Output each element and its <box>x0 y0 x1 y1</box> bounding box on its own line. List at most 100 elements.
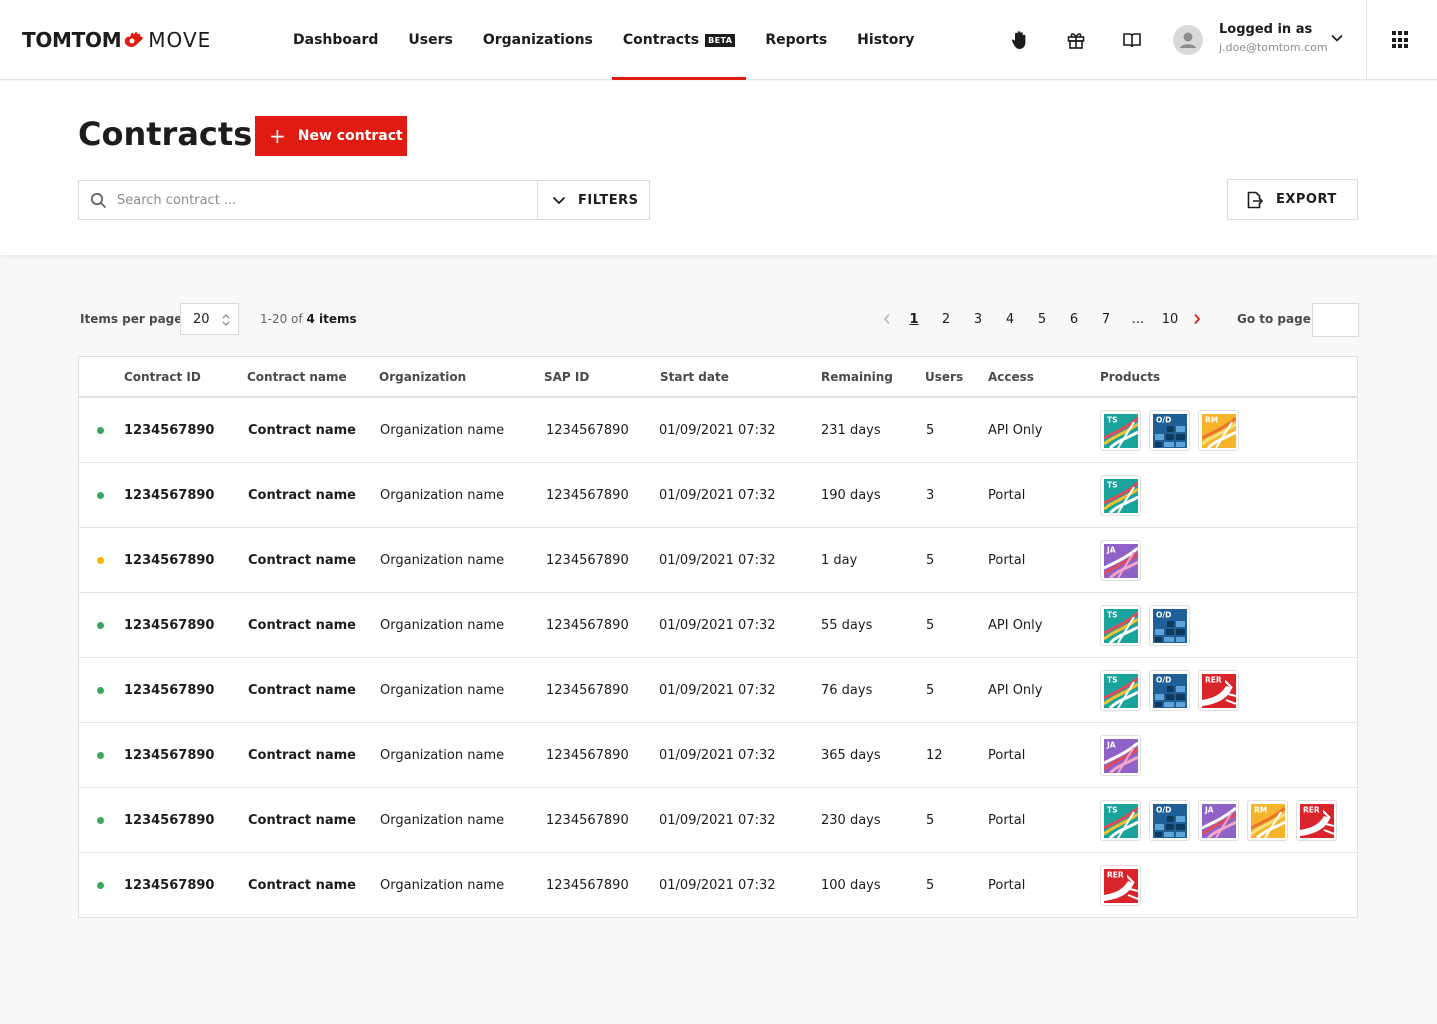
search-input[interactable] <box>117 192 517 208</box>
login-info[interactable]: Logged in as j.doe@tomtom.com <box>1219 22 1328 54</box>
product-ts-icon[interactable]: TS <box>1100 670 1141 711</box>
go-to-page-input[interactable] <box>1312 303 1359 337</box>
nav-label: Reports <box>765 32 828 48</box>
organization-cell: Organization name <box>380 617 505 633</box>
sap-id-cell: 1234567890 <box>546 422 629 438</box>
page-header-section: Contracts + New contract FILTERS EXPORT <box>0 81 1437 255</box>
book-icon[interactable] <box>1120 28 1144 52</box>
page-link[interactable]: 7 <box>1090 312 1122 327</box>
items-range: 1-20 of 4 items <box>260 312 357 326</box>
product-rm-icon[interactable]: RM <box>1198 410 1239 451</box>
export-button[interactable]: EXPORT <box>1227 179 1358 220</box>
page-link[interactable]: 4 <box>994 312 1026 327</box>
svg-text:O/D: O/D <box>1156 805 1171 814</box>
start-date-cell: 01/09/2021 07:32 <box>659 682 776 698</box>
contract-id-cell: 1234567890 <box>124 487 215 503</box>
product-ts-icon[interactable]: TS <box>1100 410 1141 451</box>
page-link[interactable]: 10 <box>1154 312 1186 327</box>
hand-icon[interactable] <box>1008 28 1032 52</box>
chevron-right-icon <box>1194 313 1201 325</box>
filters-button[interactable]: FILTERS <box>537 180 650 220</box>
nav-contracts[interactable]: Contracts BETA <box>608 0 750 80</box>
table-row[interactable]: 1234567890 Contract name Organization name… <box>79 398 1357 463</box>
products-cell: TS O/D <box>1100 605 1198 646</box>
svg-text:TS: TS <box>1107 805 1118 814</box>
svg-text:TS: TS <box>1107 480 1118 489</box>
column-header-access[interactable]: Access <box>988 370 1034 384</box>
column-header-sap-id[interactable]: SAP ID <box>544 370 589 384</box>
nav-label: History <box>857 32 915 48</box>
remaining-cell: 55 days <box>821 617 873 633</box>
sap-id-cell: 1234567890 <box>546 617 629 633</box>
sap-id-cell: 1234567890 <box>546 682 629 698</box>
column-header-contract-id[interactable]: Contract ID <box>124 370 201 384</box>
product-od-icon[interactable]: O/D <box>1149 670 1190 711</box>
chevron-down-icon[interactable] <box>1330 31 1344 45</box>
nav-dashboard[interactable]: Dashboard <box>278 0 393 80</box>
items-per-page-select[interactable]: 20 <box>180 303 239 335</box>
search-icon <box>90 192 107 208</box>
status-dot-icon <box>97 882 104 889</box>
product-rer-icon[interactable]: RER <box>1296 800 1337 841</box>
table-row[interactable]: 1234567890 Contract name Organization name… <box>79 788 1357 853</box>
table-row[interactable]: 1234567890 Contract name Organization name… <box>79 723 1357 788</box>
product-rer-icon[interactable]: RER <box>1100 865 1141 906</box>
product-ts-icon[interactable]: TS <box>1100 605 1141 646</box>
status-dot-icon <box>97 427 104 434</box>
prev-page-button[interactable] <box>876 313 898 325</box>
nav-reports[interactable]: Reports <box>750 0 842 80</box>
table-row[interactable]: 1234567890 Contract name Organization name… <box>79 593 1357 658</box>
table-row[interactable]: 1234567890 Contract name Organization name… <box>79 528 1357 593</box>
access-cell: Portal <box>988 552 1026 568</box>
organization-cell: Organization name <box>380 682 505 698</box>
nav-organizations[interactable]: Organizations <box>468 0 608 80</box>
column-header-organization[interactable]: Organization <box>379 370 466 384</box>
items-per-page-label: Items per page <box>80 312 183 326</box>
users-cell: 12 <box>926 747 943 763</box>
product-ja-icon[interactable]: JA <box>1100 540 1141 581</box>
contract-id-cell: 1234567890 <box>124 812 215 828</box>
contract-id-cell: 1234567890 <box>124 682 215 698</box>
page-link[interactable]: 5 <box>1026 312 1058 327</box>
beta-badge: BETA <box>705 33 736 47</box>
gift-icon[interactable] <box>1064 28 1088 52</box>
nav-label: Dashboard <box>293 32 379 48</box>
column-header-remaining[interactable]: Remaining <box>821 370 893 384</box>
product-rer-icon[interactable]: RER <box>1198 670 1239 711</box>
export-icon <box>1247 191 1263 208</box>
status-dot-icon <box>97 687 104 694</box>
svg-text:RM: RM <box>1205 415 1218 424</box>
product-ja-icon[interactable]: JA <box>1100 735 1141 776</box>
product-ts-icon[interactable]: TS <box>1100 475 1141 516</box>
new-contract-button[interactable]: + New contract <box>255 116 407 156</box>
tomtom-move-logo[interactable]: TOMTOM MOVE <box>22 28 212 52</box>
up-down-arrows-icon <box>222 314 230 326</box>
contract-name-cell: Contract name <box>248 617 356 633</box>
start-date-cell: 01/09/2021 07:32 <box>659 877 776 893</box>
product-od-icon[interactable]: O/D <box>1149 410 1190 451</box>
column-header-contract-name[interactable]: Contract name <box>247 370 347 384</box>
product-rm-icon[interactable]: RM <box>1247 800 1288 841</box>
product-od-icon[interactable]: O/D <box>1149 605 1190 646</box>
apps-grid-icon[interactable] <box>1392 31 1410 49</box>
nav-users[interactable]: Users <box>393 0 467 80</box>
avatar[interactable] <box>1173 25 1203 55</box>
page-link[interactable]: 1 <box>898 312 930 327</box>
page-link[interactable]: 3 <box>962 312 994 327</box>
page-link[interactable]: 2 <box>930 312 962 327</box>
filters-label: FILTERS <box>578 192 639 208</box>
logo-product: MOVE <box>148 28 212 52</box>
column-header-users[interactable]: Users <box>925 370 963 384</box>
column-header-start-date[interactable]: Start date <box>660 370 729 384</box>
table-row[interactable]: 1234567890 Contract name Organization name… <box>79 853 1357 918</box>
nav-history[interactable]: History <box>842 0 929 80</box>
product-ts-icon[interactable]: TS <box>1100 800 1141 841</box>
table-row[interactable]: 1234567890 Contract name Organization name… <box>79 658 1357 723</box>
contract-name-cell: Contract name <box>248 682 356 698</box>
product-od-icon[interactable]: O/D <box>1149 800 1190 841</box>
next-page-button[interactable] <box>1186 313 1208 325</box>
page-link[interactable]: 6 <box>1058 312 1090 327</box>
table-row[interactable]: 1234567890 Contract name Organization name… <box>79 463 1357 528</box>
product-ja-icon[interactable]: JA <box>1198 800 1239 841</box>
start-date-cell: 01/09/2021 07:32 <box>659 552 776 568</box>
